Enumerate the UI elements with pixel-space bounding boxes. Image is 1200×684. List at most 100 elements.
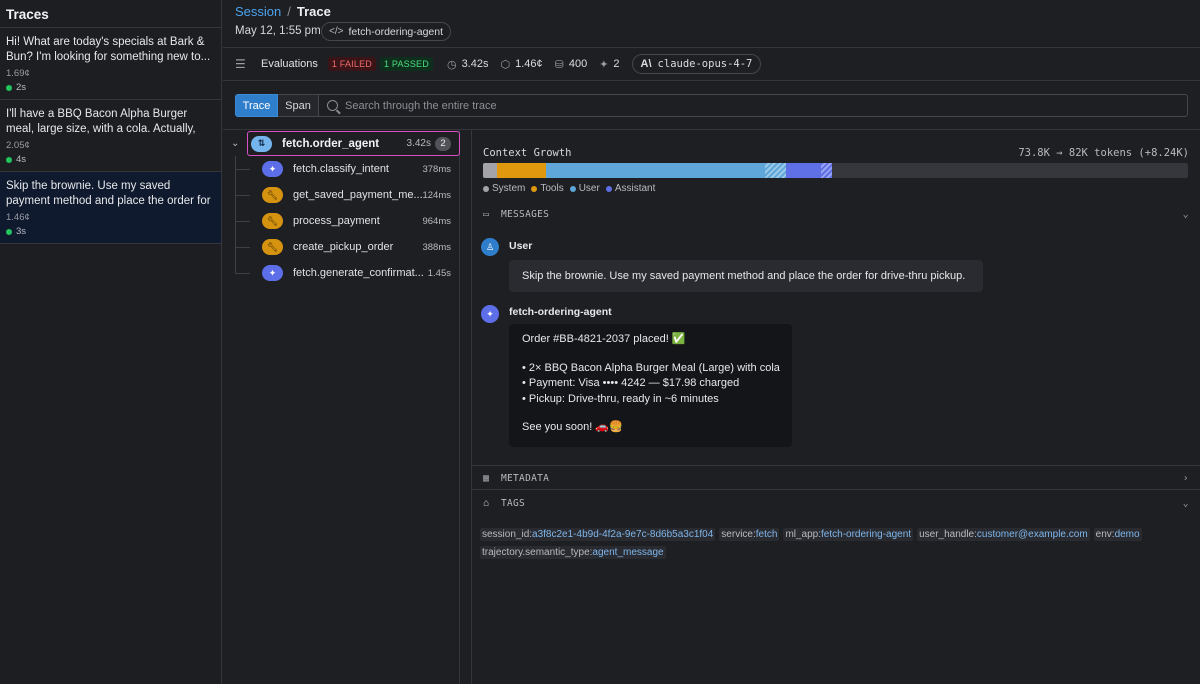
child-span[interactable]: 🔧︎ create_pickup_order 388ms	[235, 234, 459, 260]
span-name: get_saved_payment_me...	[293, 189, 423, 201]
span-duration: 1.45s	[427, 267, 451, 279]
traces-panel: Traces Hi! What are today's specials at …	[0, 0, 222, 684]
breadcrumb: Session / Trace	[235, 4, 331, 19]
list-filter-icon: ☰	[235, 57, 246, 71]
trace-item-selected[interactable]: Skip the brownie. Use my saved payment m…	[0, 172, 221, 244]
trace-item-text: Skip the brownie. Use my saved payment m…	[6, 180, 211, 207]
tag-key: env:	[1095, 529, 1115, 540]
tag-chip[interactable]: trajectory.semantic_type:agent_message	[480, 546, 666, 559]
building-icon: ▦	[483, 472, 490, 484]
tags-section-toggle[interactable]: ⌂ TAGS ⌄	[483, 496, 1189, 510]
context-growth-bar	[483, 163, 1188, 178]
child-span[interactable]: ✦ fetch.classify_intent 378ms	[235, 156, 459, 182]
agent-chip[interactable]: </> fetch-ordering-agent	[321, 22, 452, 41]
message-line: • 2× BBQ Bacon Alpha Burger Meal (Large)…	[522, 361, 780, 374]
span-duration: 964ms	[422, 215, 451, 227]
legend-item-tools: Tools	[531, 183, 564, 194]
span-duration: 3.42s	[406, 138, 431, 149]
context-segment-user	[546, 163, 765, 178]
tree-branch	[235, 194, 250, 196]
coin-icon: ⬡	[500, 58, 511, 71]
tag-value: agent_message	[592, 547, 664, 558]
span-name: fetch.generate_confirmat...	[293, 267, 424, 279]
trace-item-duration: 2s	[6, 82, 215, 93]
evaluations-label: Evaluations	[261, 58, 318, 70]
passed-badge[interactable]: 1 PASSED	[380, 57, 433, 71]
header: Session / Trace May 12, 1:55 pm </> fetch-…	[223, 0, 1200, 47]
model-chip[interactable]: A\ claude-opus-4-7	[631, 54, 762, 74]
tree-branch	[235, 168, 250, 170]
messages-section-toggle[interactable]: ▭ MESSAGES ⌄	[483, 207, 1189, 221]
database-icon: ⛁	[554, 58, 564, 71]
clock-icon: ◷	[446, 58, 457, 71]
context-segment-tools	[497, 163, 547, 178]
legend-item-assistant: Assistant	[605, 183, 655, 194]
legend-item-user: User	[569, 183, 600, 194]
tags-list: session_id:a3f8c2e1-4b9d-4f2a-9e7c-8d6b5…	[480, 528, 1175, 559]
divider	[472, 489, 1200, 490]
tag-chip[interactable]: session_id:a3f8c2e1-4b9d-4f2a-9e7c-8d6b5…	[480, 528, 716, 541]
tree-branch	[235, 246, 250, 248]
context-segment-user-added	[764, 163, 787, 178]
trace-item-duration: 3s	[6, 226, 215, 237]
child-span[interactable]: ✦ fetch.generate_confirmat... 1.45s	[235, 260, 459, 286]
tag-key: service:	[721, 529, 756, 540]
chevron-down-icon: ⌄	[1182, 208, 1189, 220]
tab-span[interactable]: Span	[278, 94, 319, 117]
agent-chip-label: fetch-ordering-agent	[348, 25, 444, 38]
tag-chip[interactable]: env:demo	[1093, 528, 1142, 541]
tag-chip[interactable]: service:fetch	[719, 528, 780, 541]
child-span[interactable]: 🔧︎ process_payment 964ms	[235, 208, 459, 234]
chevron-down-icon[interactable]: ⌄	[231, 138, 239, 149]
trace-item[interactable]: Hi! What are today's specials at Bark & …	[0, 28, 221, 100]
search-input[interactable]	[345, 99, 1187, 112]
trace-date: May 12, 1:55 pm	[235, 25, 321, 37]
legend-label: System	[492, 183, 526, 194]
metadata-section-toggle[interactable]: ▦ METADATA ›	[483, 471, 1189, 485]
trace-toolbar: Trace Span	[235, 94, 1188, 117]
duration-stat: ◷ 3.42s	[447, 58, 489, 71]
breadcrumb-current: Trace	[296, 4, 331, 19]
span-duration: 124ms	[422, 189, 451, 201]
code-icon: </>	[329, 26, 344, 37]
trace-item-cost: 1.46¢	[6, 212, 30, 223]
divider	[459, 130, 460, 684]
legend-dot-icon	[569, 185, 576, 192]
duration-value: 3.42s	[461, 58, 489, 70]
message-line: See you soon! 🚗🍔	[522, 421, 623, 433]
tab-trace[interactable]: Trace	[235, 94, 278, 117]
trace-item-duration: 4s	[6, 154, 215, 165]
span-name: process_payment	[293, 215, 380, 227]
tree-branch	[235, 220, 250, 222]
traces-title: Traces	[0, 0, 221, 28]
legend-label: User	[578, 183, 600, 194]
breadcrumb-session-link[interactable]: Session	[235, 4, 281, 19]
legend-dot-icon	[605, 185, 612, 192]
user-message: Skip the brownie. Use my saved payment m…	[509, 260, 983, 292]
tag-value: fetch	[755, 529, 778, 540]
tag-key: trajectory.semantic_type:	[482, 547, 593, 558]
message-sender: User	[509, 240, 533, 252]
status-dot-icon	[6, 228, 12, 235]
cost-stat: ⬡ 1.46¢	[500, 58, 542, 71]
child-span[interactable]: 🔧︎ get_saved_payment_me... 124ms	[235, 182, 459, 208]
tree-branch	[235, 272, 250, 274]
message-line: • Pickup: Drive-thru, ready in ~6 minute…	[522, 392, 719, 405]
tag-key: user_handle:	[919, 529, 977, 540]
trace-item[interactable]: I'll have a BBQ Bacon Alpha Burger meal,…	[0, 100, 221, 172]
span-name: fetch.classify_intent	[293, 163, 389, 175]
tag-value: demo	[1114, 529, 1140, 540]
legend-label: Tools	[540, 183, 564, 194]
tag-key: session_id:	[482, 529, 533, 540]
failed-badge[interactable]: 1 FAILED	[327, 57, 376, 71]
section-label: MESSAGES	[501, 208, 550, 220]
tag-chip[interactable]: user_handle:customer@example.com	[917, 528, 1090, 541]
legend-dot-icon	[531, 185, 538, 192]
span-duration: 388ms	[422, 241, 451, 253]
agent-message: Order #BB-4821-2037 placed! ✅ • 2× BBQ B…	[509, 324, 792, 447]
root-span[interactable]: ⇅ fetch.order_agent 3.42s 2	[247, 131, 460, 156]
trace-item-text: I'll have a BBQ Bacon Alpha Burger meal,…	[6, 108, 196, 135]
status-dot-icon	[6, 156, 12, 163]
tag-chip[interactable]: ml_app:fetch-ordering-agent	[783, 528, 914, 541]
search-box[interactable]	[319, 94, 1188, 117]
